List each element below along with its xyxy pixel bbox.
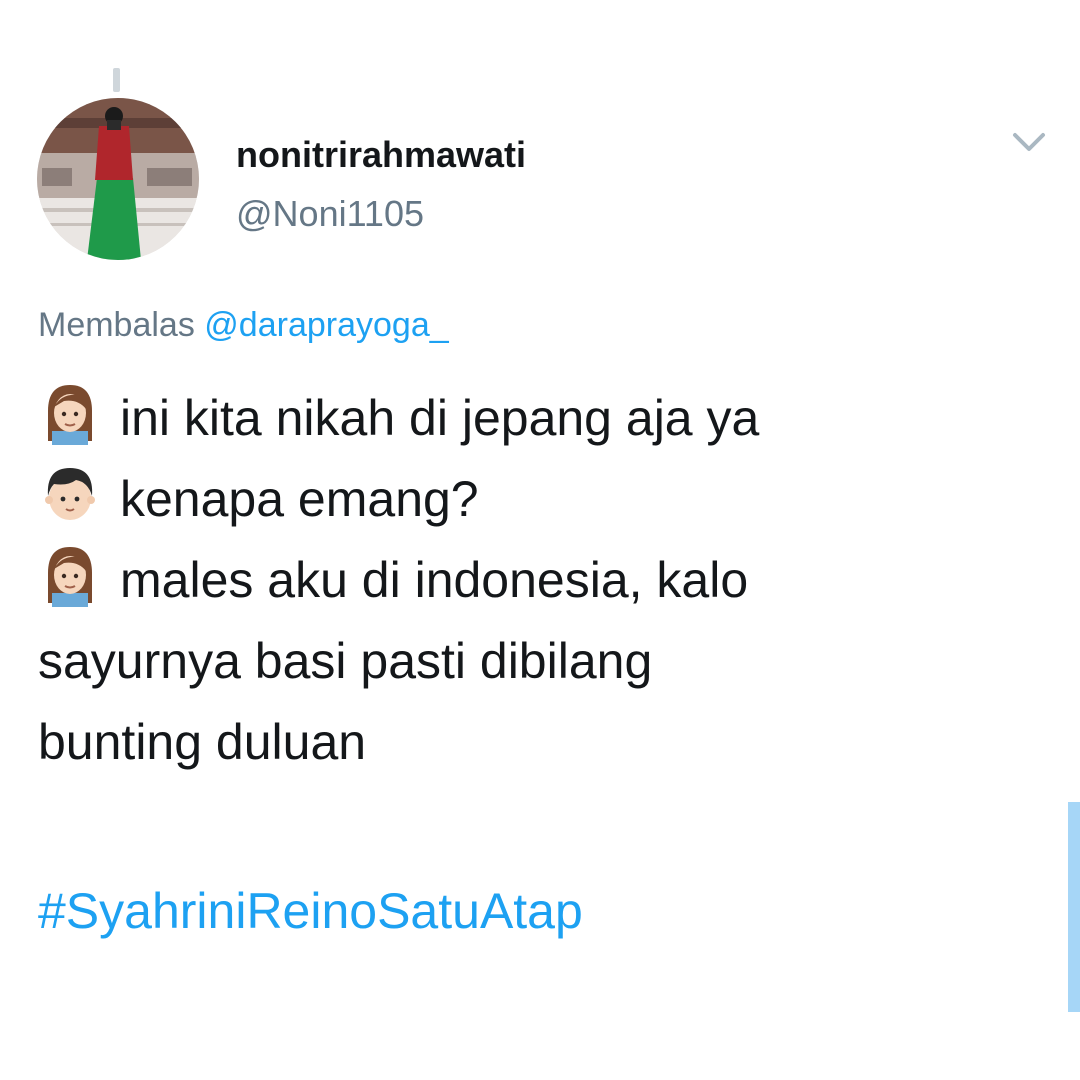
tweet-line-text: ini kita nikah di jepang aja ya (120, 390, 760, 446)
tweet-line-text: bunting duluan (38, 714, 367, 770)
avatar[interactable] (37, 98, 199, 260)
scrollbar-thumb[interactable] (1068, 802, 1080, 1012)
woman-face-emoji (38, 381, 102, 445)
boy-face-emoji (38, 462, 102, 526)
author-handle[interactable]: @Noni1105 (236, 193, 424, 235)
tweet-line-text: kenapa emang? (120, 471, 479, 527)
reply-mention-link[interactable]: @daraprayoga_ (204, 306, 448, 344)
tweet-line: males aku di indonesia, kalo (38, 540, 1038, 621)
reply-context: Membalas @daraprayoga_ (38, 306, 449, 345)
chevron-down-icon[interactable] (1009, 127, 1049, 157)
tweet-line: kenapa emang? (38, 459, 1038, 540)
tweet-line: ini kita nikah di jepang aja ya (38, 378, 1038, 459)
tweet-line: bunting duluan (38, 702, 1038, 783)
thread-connector (113, 68, 120, 92)
tweet-line: sayurnya basi pasti dibilang (38, 621, 1038, 702)
tweet-text: ini kita nikah di jepang aja ya kenapa e… (38, 378, 1038, 783)
tweet-line-text: sayurnya basi pasti dibilang (38, 633, 653, 689)
author-display-name[interactable]: nonitrirahmawati (236, 134, 526, 176)
tweet-line-text: males aku di indonesia, kalo (120, 552, 749, 608)
hashtag-link[interactable]: #SyahriniReinoSatuAtap (38, 882, 583, 940)
reply-prefix: Membalas (38, 306, 195, 344)
woman-face-emoji (38, 543, 102, 607)
